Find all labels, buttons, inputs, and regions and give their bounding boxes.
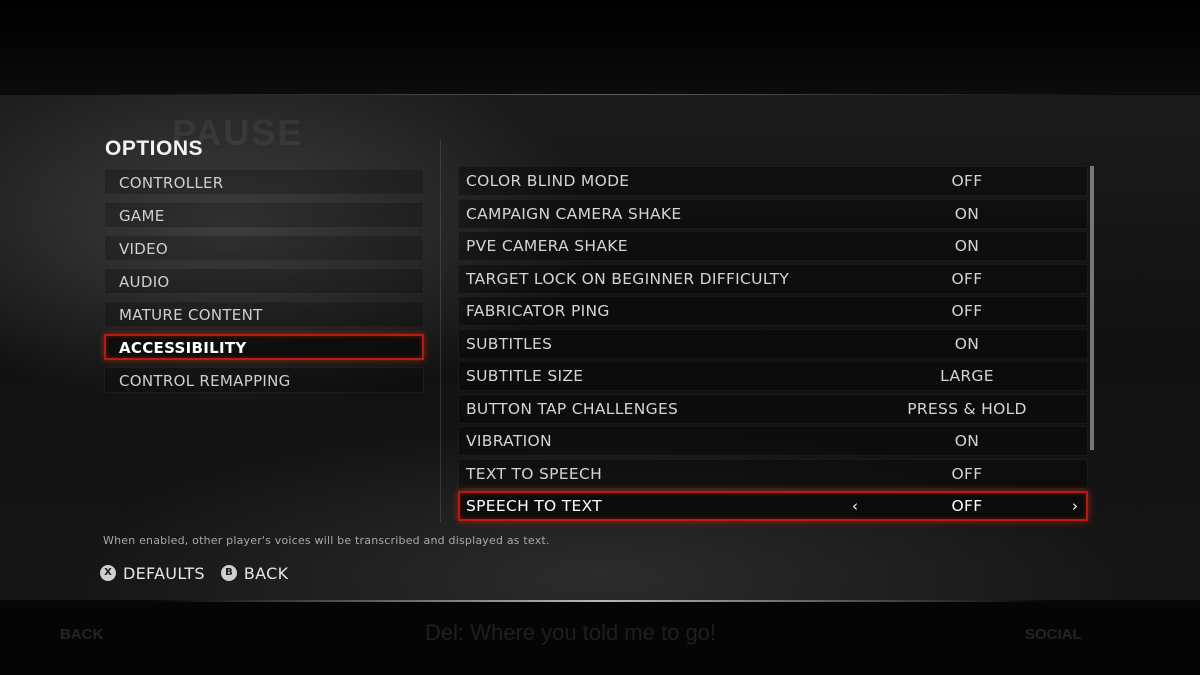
column-divider: [440, 140, 441, 522]
setting-row-pve-camera-shake[interactable]: PVE CAMERA SHAKE ON: [458, 231, 1088, 262]
back-label: BACK: [243, 563, 289, 583]
setting-row-speech-to-text[interactable]: SPEECH TO TEXT ‹ OFF ›: [458, 491, 1088, 522]
page-title: OPTIONS: [105, 137, 204, 160]
footer-button-prompts: X DEFAULTS B BACK: [100, 562, 304, 584]
setting-value: OFF: [951, 269, 983, 288]
background-social-prompt: SOCIAL: [1025, 626, 1082, 643]
setting-value: OFF: [951, 497, 983, 516]
x-button-icon: X: [100, 565, 116, 581]
setting-row-text-to-speech[interactable]: TEXT TO SPEECH OFF: [458, 458, 1088, 489]
setting-value: OFF: [951, 172, 983, 190]
setting-value: ON: [954, 432, 980, 451]
background-subtitle-text: Del: Where you told me to go!: [425, 620, 717, 645]
setting-label: TARGET LOCK ON BEGINNER DIFFICULTY: [466, 269, 790, 288]
setting-value: OFF: [951, 302, 983, 321]
setting-row-target-lock[interactable]: TARGET LOCK ON BEGINNER DIFFICULTY OFF: [458, 263, 1088, 294]
accessibility-settings-list: COLOR BLIND MODE OFF CAMPAIGN CAMERA SHA…: [458, 166, 1088, 524]
setting-label: SUBTITLE SIZE: [466, 367, 584, 386]
pause-options-screen: PAUSE BACK Del: Where you told me to go!…: [0, 0, 1200, 675]
setting-label: TEXT TO SPEECH: [466, 464, 603, 483]
category-mature-content[interactable]: MATURE CONTENT: [104, 301, 424, 327]
options-category-list: CONTROLLER GAME VIDEO AUDIO MATURE CONTE…: [104, 169, 424, 400]
back-button[interactable]: B BACK: [220, 563, 289, 583]
setting-row-vibration[interactable]: VIBRATION ON: [458, 426, 1088, 457]
background-back-prompt: BACK: [60, 626, 104, 643]
category-game[interactable]: GAME: [104, 202, 424, 228]
setting-value: ON: [954, 237, 980, 256]
category-accessibility[interactable]: ACCESSIBILITY: [104, 334, 424, 360]
defaults-button[interactable]: X DEFAULTS: [100, 564, 205, 583]
setting-label: VIBRATION: [466, 432, 552, 451]
setting-label: FABRICATOR PING: [466, 302, 610, 321]
setting-row-color-blind-mode[interactable]: COLOR BLIND MODE OFF: [458, 166, 1088, 196]
chevron-right-icon[interactable]: ›: [1072, 493, 1078, 519]
setting-value: PRESS & HOLD: [907, 399, 1027, 418]
setting-row-button-tap-challenges[interactable]: BUTTON TAP CHALLENGES PRESS & HOLD: [458, 393, 1088, 424]
setting-label: BUTTON TAP CHALLENGES: [466, 399, 679, 418]
b-button-icon: B: [220, 565, 237, 581]
setting-label: SUBTITLES: [466, 334, 553, 353]
panel-top-edge: [90, 94, 1110, 95]
top-letterbox: [0, 0, 1200, 95]
setting-value: ON: [954, 204, 980, 223]
setting-label: CAMPAIGN CAMERA SHAKE: [466, 204, 682, 223]
defaults-label: DEFAULTS: [123, 563, 205, 583]
setting-row-campaign-camera-shake[interactable]: CAMPAIGN CAMERA SHAKE ON: [458, 198, 1088, 229]
setting-row-subtitle-size[interactable]: SUBTITLE SIZE LARGE: [458, 361, 1088, 392]
setting-label: COLOR BLIND MODE: [466, 172, 630, 190]
category-audio[interactable]: AUDIO: [104, 268, 424, 294]
setting-row-fabricator-ping[interactable]: FABRICATOR PING OFF: [458, 296, 1088, 327]
settings-scrollbar[interactable]: [1090, 166, 1094, 450]
setting-label: SPEECH TO TEXT: [466, 497, 603, 516]
setting-label: PVE CAMERA SHAKE: [466, 237, 628, 256]
setting-value: LARGE: [940, 367, 994, 386]
setting-row-subtitles[interactable]: SUBTITLES ON: [458, 328, 1088, 359]
category-controller[interactable]: CONTROLLER: [104, 169, 424, 195]
category-video[interactable]: VIDEO: [104, 235, 424, 261]
setting-value: OFF: [951, 464, 983, 483]
category-control-remapping[interactable]: CONTROL REMAPPING: [104, 367, 424, 393]
setting-value: ON: [954, 334, 980, 353]
setting-description: When enabled, other player's voices will…: [103, 534, 550, 547]
